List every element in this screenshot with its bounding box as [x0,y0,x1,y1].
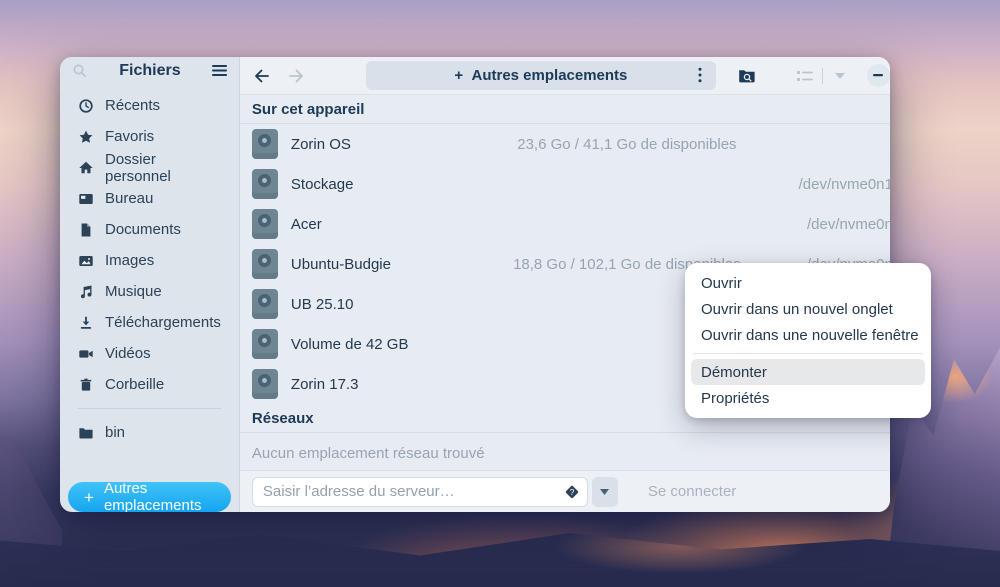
drive-icon [252,129,278,159]
trash-icon [78,377,94,393]
device-name: Stockage [291,176,476,193]
device-row-acer[interactable]: Acer /dev/nvme0n1p3 [240,204,890,244]
sidebar-item-music[interactable]: Musique [68,276,231,307]
svg-text:?: ? [570,487,575,497]
sidebar-item-label: Corbeille [105,376,164,393]
desktop-icon [78,191,94,207]
sidebar-item-label: Documents [105,221,181,238]
home-icon [78,160,94,176]
context-menu: Ouvrir Ouvrir dans un nouvel onglet Ouvr… [685,263,931,418]
search-icon[interactable] [72,63,88,79]
device-name: UB 25.10 [291,296,476,313]
device-name: Volume de 42 GB [291,336,476,353]
network-empty-message: Aucun emplacement réseau trouvé [240,433,890,470]
device-name: Zorin 17.3 [291,376,476,393]
sidebar-item-label: Dossier personnel [105,151,221,185]
recent-servers-dropdown[interactable] [592,477,618,507]
sidebar-item-trash[interactable]: Corbeille [68,369,231,400]
sidebar-item-videos[interactable]: Vidéos [68,338,231,369]
device-free-space: 23,6 Go / 41,1 Go de disponibles [489,136,765,153]
server-address-help-icon[interactable]: ? [564,484,580,500]
device-path: / [778,136,890,153]
image-icon [78,253,94,269]
sidebar-item-other-locations-selected[interactable]: + Autres emplacements [68,482,231,512]
device-name: Zorin OS [291,136,476,153]
app-title: Fichiers [88,62,212,80]
music-icon [78,284,94,300]
sidebar-item-downloads[interactable]: Téléchargements [68,307,231,338]
list-view-icon[interactable] [792,63,818,89]
sidebar-item-label: Autres emplacements [104,480,215,512]
video-icon [78,346,94,362]
device-path: /dev/nvme0n1p3 [778,216,890,233]
sidebar-item-home[interactable]: Dossier personnel [68,152,231,183]
sidebar-item-label: Vidéos [105,345,151,362]
files-window: Fichiers Récents Favoris Dossier personn… [60,57,890,512]
sidebar-item-favorites[interactable]: Favoris [68,121,231,152]
path-tab-label: + Autres emplacements [454,67,627,84]
sidebar-item-documents[interactable]: Documents [68,214,231,245]
drive-icon [252,169,278,199]
folder-search-icon[interactable] [734,63,760,89]
connect-button[interactable]: Se connecter [638,477,746,506]
device-name: Ubuntu-Budgie [291,256,476,273]
headerbar: + Autres emplacements [240,57,890,95]
sidebar-item-label: Images [105,252,154,269]
menu-item-open[interactable]: Ouvrir [691,270,925,296]
section-header-device: Sur cet appareil [240,95,890,124]
sidebar-item-label: Téléchargements [105,314,221,331]
kebab-menu-icon[interactable] [690,65,710,85]
sidebar-item-recents[interactable]: Récents [68,90,231,121]
menu-item-properties[interactable]: Propriétés [691,385,925,411]
sidebar-item-bin-bookmark[interactable]: bin [68,417,231,448]
path-tab-other-locations[interactable]: + Autres emplacements [366,61,716,90]
sidebar-item-label: Bureau [105,190,153,207]
menu-item-open-new-window[interactable]: Ouvrir dans une nouvelle fenêtre [691,322,925,348]
drive-icon [252,369,278,399]
sidebar-item-desktop[interactable]: Bureau [68,183,231,214]
view-options-dropdown-icon[interactable] [827,63,853,89]
drive-icon [252,249,278,279]
star-icon [78,129,94,145]
menu-item-open-new-tab[interactable]: Ouvrir dans un nouvel onglet [691,296,925,322]
menu-separator [693,353,923,354]
back-button[interactable] [248,62,276,90]
download-icon [78,315,94,331]
drive-icon [252,209,278,239]
folder-icon [78,425,94,441]
hamburger-menu-icon[interactable] [212,64,227,77]
sidebar-item-label: Récents [105,97,160,114]
minimize-button[interactable] [867,64,890,87]
sidebar-item-label: Musique [105,283,162,300]
connect-server-bar: ? Se connecter [240,470,890,512]
sidebar-item-label: Favoris [105,128,154,145]
toolbar-divider [822,68,823,84]
sidebar-item-pictures[interactable]: Images [68,245,231,276]
sidebar-header: Fichiers [60,57,239,84]
forward-button[interactable] [282,62,310,90]
menu-item-unmount[interactable]: Démonter [691,359,925,385]
clock-icon [78,98,94,114]
device-path: /dev/nvme0n1p10 [778,176,890,193]
document-icon [78,222,94,238]
drive-icon [252,329,278,359]
server-address-input[interactable] [252,477,588,507]
device-row-zorin-os[interactable]: Zorin OS 23,6 Go / 41,1 Go de disponible… [240,124,890,164]
sidebar-item-label: bin [105,424,125,441]
drive-icon [252,289,278,319]
device-name: Acer [291,216,476,233]
sidebar-separator [78,408,221,409]
sidebar: Fichiers Récents Favoris Dossier personn… [60,57,240,512]
device-row-stockage[interactable]: Stockage /dev/nvme0n1p10 [240,164,890,204]
plus-icon: + [84,489,94,506]
